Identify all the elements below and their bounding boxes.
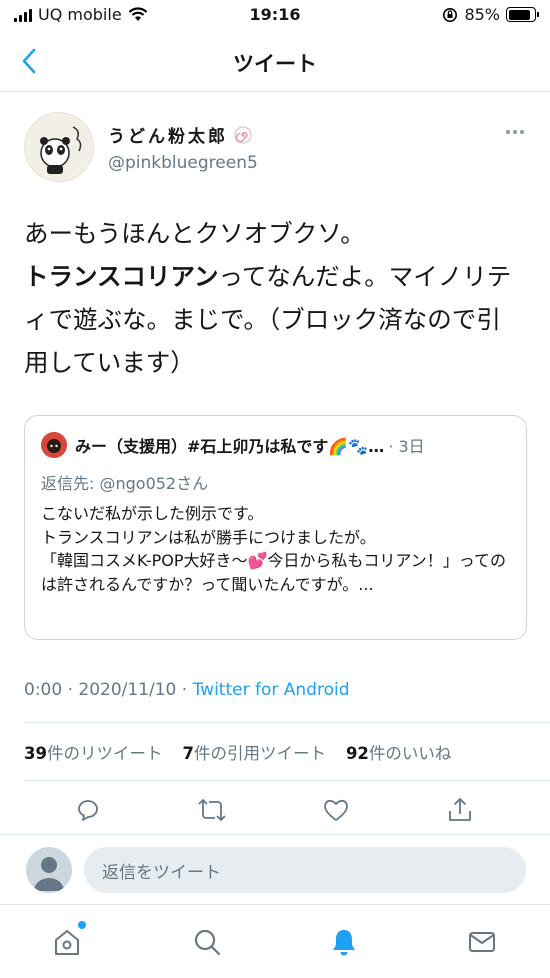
tab-home[interactable]	[50, 921, 86, 959]
status-right: 85%	[442, 5, 539, 24]
quoted-reply-to: 返信先: @ngo052さん	[41, 474, 209, 493]
share-button[interactable]	[442, 792, 478, 828]
like-count-label: 件のいいね	[368, 744, 452, 763]
home-icon	[55, 930, 79, 955]
more-dot	[520, 130, 524, 134]
reply-button[interactable]	[70, 792, 106, 828]
display-name: うどん粉太郎	[108, 122, 258, 147]
more-dot	[506, 130, 510, 134]
avatar[interactable]	[24, 112, 94, 182]
more-dot	[513, 130, 517, 134]
tab-notifications[interactable]	[327, 925, 361, 959]
quote-count-label: 件の引用ツイート	[193, 744, 326, 763]
tweet-meta: 0:00 · 2020/11/10 · Twitter for Android	[24, 680, 349, 700]
quoted-display-name: みー（支援用）#石上卯乃は私です🌈🐾…	[75, 437, 385, 456]
tweet-timestamp: 0:00 · 2020/11/10 ·	[24, 680, 193, 700]
reply-bar: 返信をツイート	[0, 834, 550, 904]
battery-percent: 85%	[464, 5, 500, 24]
quoted-body: こないだ私が示した例示です。 トランスコリアンは私が勝手につけましたが。 「韓国…	[41, 504, 506, 594]
notification-dot	[78, 921, 86, 929]
like-button[interactable]	[318, 792, 354, 828]
quoted-avatar-illustration	[41, 432, 67, 458]
divider	[24, 722, 550, 723]
avatar-illustration	[40, 126, 82, 174]
share-icon	[449, 797, 471, 821]
quote-count-link[interactable]: 7件の引用ツイート	[182, 740, 325, 764]
retweet-count-label: 件のリツイート	[46, 744, 163, 763]
quoted-tweet[interactable]: みー（支援用）#石上卯乃は私です🌈🐾… · 3日 返信先: @ngo052さん …	[24, 415, 527, 640]
nav-bar: ツイート	[0, 32, 550, 92]
quoted-tweet-header: みー（支援用）#石上卯乃は私です🌈🐾… · 3日	[41, 432, 510, 458]
tweet-stats: 39件のリツイート 7件の引用ツイート 92件のいいね	[24, 740, 451, 764]
orientation-lock-icon	[443, 7, 458, 22]
display-name-text: うどん粉太郎	[108, 127, 228, 147]
retweet-icon	[198, 798, 226, 822]
user-info[interactable]: うどん粉太郎 @pinkbluegreen5	[108, 122, 258, 173]
tweet-text-line1: あーもうほんとクソオブクソ。	[24, 219, 365, 248]
like-count: 92	[345, 744, 369, 763]
tweet-actions	[0, 792, 550, 828]
tweet-text-bold: トランスコリアン	[24, 262, 219, 291]
status-bar: UQ mobile 19:16 85%	[0, 0, 550, 32]
tab-bar	[0, 904, 550, 978]
bell-icon	[333, 930, 355, 956]
default-avatar-icon	[34, 857, 64, 891]
more-options-button[interactable]	[506, 130, 524, 134]
mail-icon	[469, 932, 495, 952]
my-avatar[interactable]	[26, 847, 72, 893]
search-icon	[194, 929, 221, 956]
naruto-fishcake-icon	[234, 125, 252, 144]
page-title: ツイート	[233, 52, 317, 76]
reply-icon	[78, 800, 98, 821]
heart-icon	[324, 799, 348, 821]
tweet-text: あーもうほんとクソオブクソ。 トランスコリアンってなんだよ。マイノリティで遊ぶな…	[24, 212, 524, 384]
tweet-source-link[interactable]: Twitter for Android	[193, 680, 350, 700]
battery-icon	[506, 7, 539, 22]
tab-search[interactable]	[190, 925, 224, 959]
tab-messages[interactable]	[465, 925, 499, 959]
like-count-link[interactable]: 92件のいいね	[346, 740, 451, 764]
user-handle: @pinkbluegreen5	[108, 153, 258, 173]
quoted-date: · 3日	[388, 437, 425, 456]
quoted-avatar	[41, 432, 67, 458]
reply-input[interactable]: 返信をツイート	[84, 847, 526, 893]
retweet-button[interactable]	[194, 792, 230, 828]
retweet-count-link[interactable]: 39件のリツイート	[24, 740, 162, 764]
divider	[24, 780, 550, 781]
quote-count: 7	[182, 744, 194, 763]
retweet-count: 39	[24, 744, 47, 763]
